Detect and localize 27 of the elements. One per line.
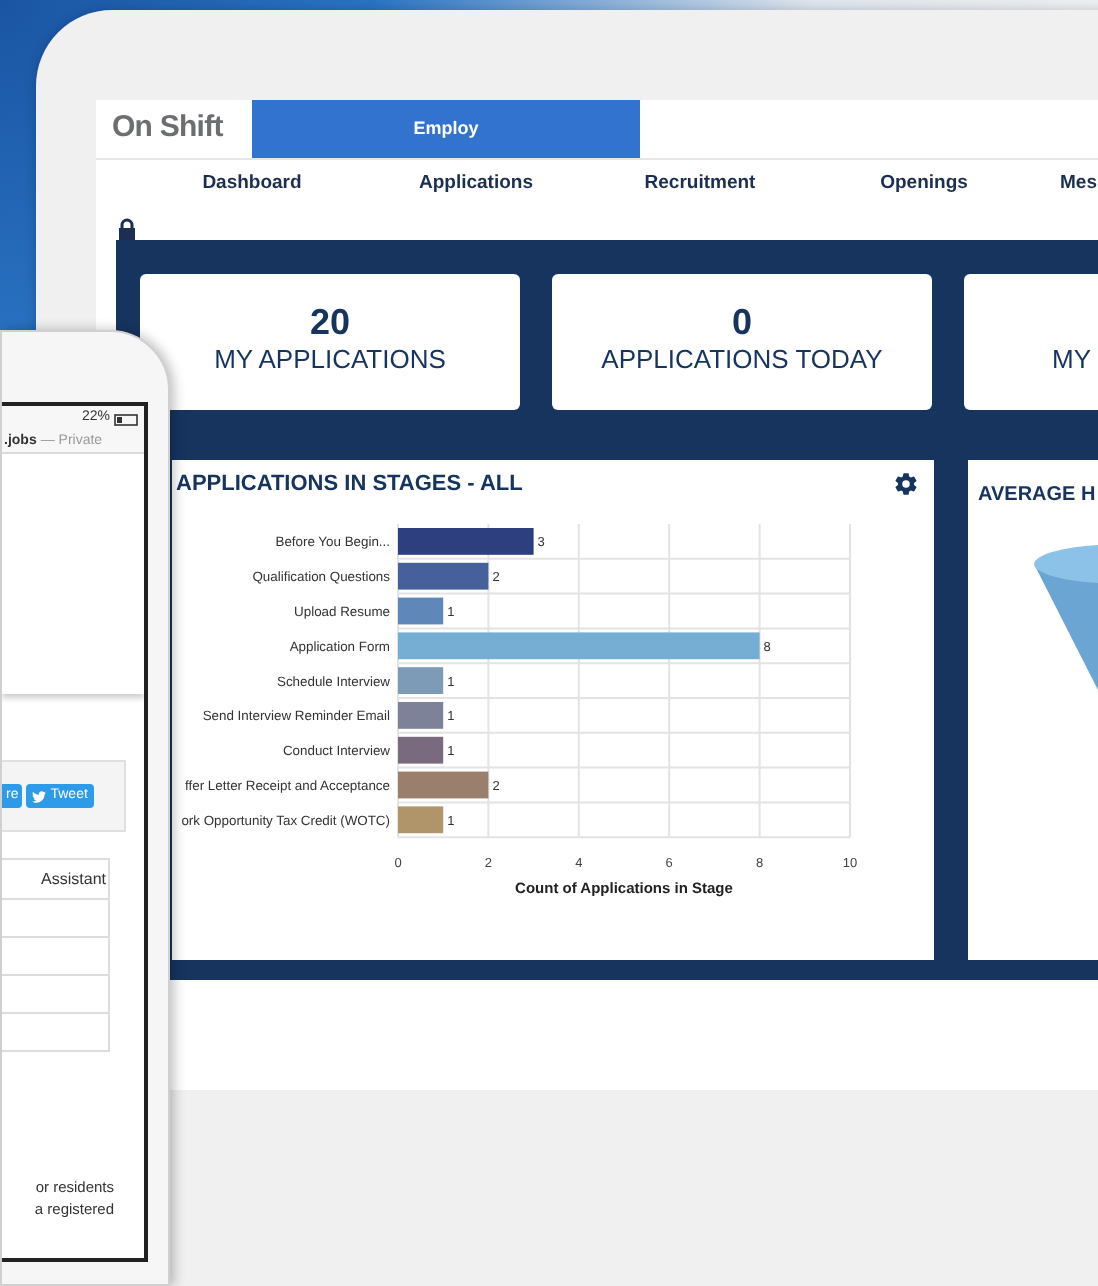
bar: [398, 806, 444, 834]
nav-link[interactable]: Mes: [1060, 170, 1097, 200]
stat-value: 0: [731, 304, 752, 341]
chart-title: APPLICATIONS IN STAGES - ALL: [176, 469, 523, 500]
stat-value: 20: [309, 304, 351, 341]
bar: [398, 562, 489, 590]
bar: [398, 528, 534, 555]
chart-title: AVERAGE H: [978, 484, 1096, 506]
stat-label: APPLICATIONS TODAY: [601, 342, 883, 379]
nav-link[interactable]: Applications: [364, 170, 588, 200]
bar: [398, 597, 444, 625]
nav-link[interactable]: Dashboard: [140, 170, 364, 200]
bar: [398, 771, 489, 799]
nav-link[interactable]: Openings: [812, 170, 1036, 200]
nav-link[interactable]: Recruitment: [588, 170, 812, 200]
logo: On Shift: [110, 108, 225, 149]
settings-icon[interactable]: [894, 472, 918, 496]
employ-tab[interactable]: Employ: [252, 100, 640, 158]
battery-icon: [114, 413, 140, 425]
bird-icon: [32, 789, 47, 803]
bar: [398, 667, 444, 694]
stat-label: MY APPLICATIONS: [214, 342, 446, 379]
bar: [398, 736, 444, 764]
stat-label: MY: [1052, 342, 1091, 379]
lock-icon: [118, 218, 136, 240]
bar: [398, 702, 444, 729]
table-cell-text: Assistant: [39, 867, 108, 891]
